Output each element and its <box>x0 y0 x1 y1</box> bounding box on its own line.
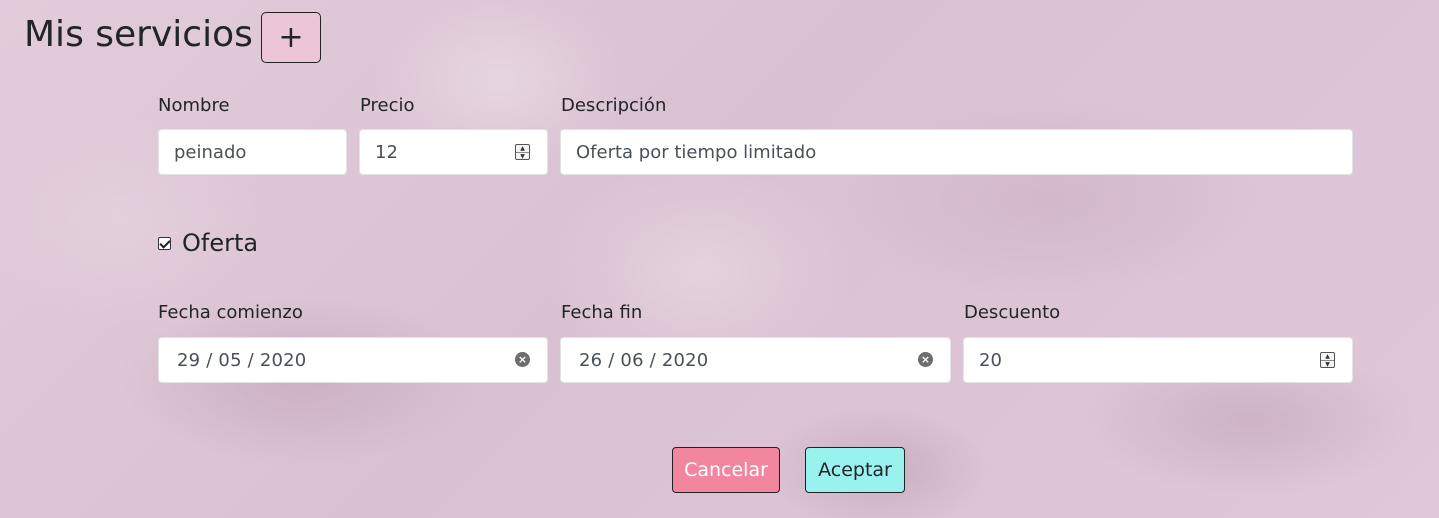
fecha-comienzo-value[interactable]: 29 / 05 / 2020 <box>159 350 306 371</box>
nombre-label: Nombre <box>158 95 230 116</box>
clear-circle-icon[interactable]: × <box>515 352 530 367</box>
cancel-button[interactable]: Cancelar <box>672 447 780 493</box>
oferta-checkbox-row[interactable]: Oferta <box>158 229 258 257</box>
spinner-down-icon[interactable]: ▼ <box>516 152 529 160</box>
spinner-up-icon[interactable]: ▲ <box>516 145 529 152</box>
descripcion-input[interactable] <box>561 141 1352 163</box>
add-service-button[interactable]: + <box>261 12 321 63</box>
nombre-input[interactable] <box>159 141 346 163</box>
accept-button[interactable]: Aceptar <box>805 447 905 493</box>
descuento-label: Descuento <box>964 302 1061 323</box>
fecha-fin-label: Fecha fin <box>561 302 643 323</box>
oferta-label: Oferta <box>182 229 259 257</box>
descripcion-field-wrapper <box>560 129 1353 175</box>
fecha-comienzo-label: Fecha comienzo <box>158 302 303 323</box>
descuento-spinner-icon[interactable]: ▲ ▼ <box>1320 352 1335 368</box>
descripcion-label: Descripción <box>561 95 667 116</box>
precio-field-wrapper: ▲ ▼ <box>359 129 548 175</box>
oferta-checkbox[interactable] <box>158 236 171 250</box>
spinner-up-icon[interactable]: ▲ <box>1321 353 1334 360</box>
fecha-fin-value[interactable]: 26 / 06 / 2020 <box>561 350 708 371</box>
precio-spinner-icon[interactable]: ▲ ▼ <box>515 144 530 160</box>
services-page: Mis servicios + Nombre Precio ▲ ▼ Descri… <box>0 0 1439 518</box>
precio-label: Precio <box>360 95 415 116</box>
descuento-input[interactable] <box>964 349 1352 371</box>
fecha-comienzo-field[interactable]: 29 / 05 / 2020 × <box>158 337 548 383</box>
clear-circle-icon[interactable]: × <box>918 352 933 367</box>
fecha-fin-field[interactable]: 26 / 06 / 2020 × <box>560 337 951 383</box>
nombre-field-wrapper <box>158 129 347 175</box>
descuento-field-wrapper: ▲ ▼ <box>963 337 1353 383</box>
spinner-down-icon[interactable]: ▼ <box>1321 360 1334 368</box>
page-title: Mis servicios <box>24 14 253 55</box>
